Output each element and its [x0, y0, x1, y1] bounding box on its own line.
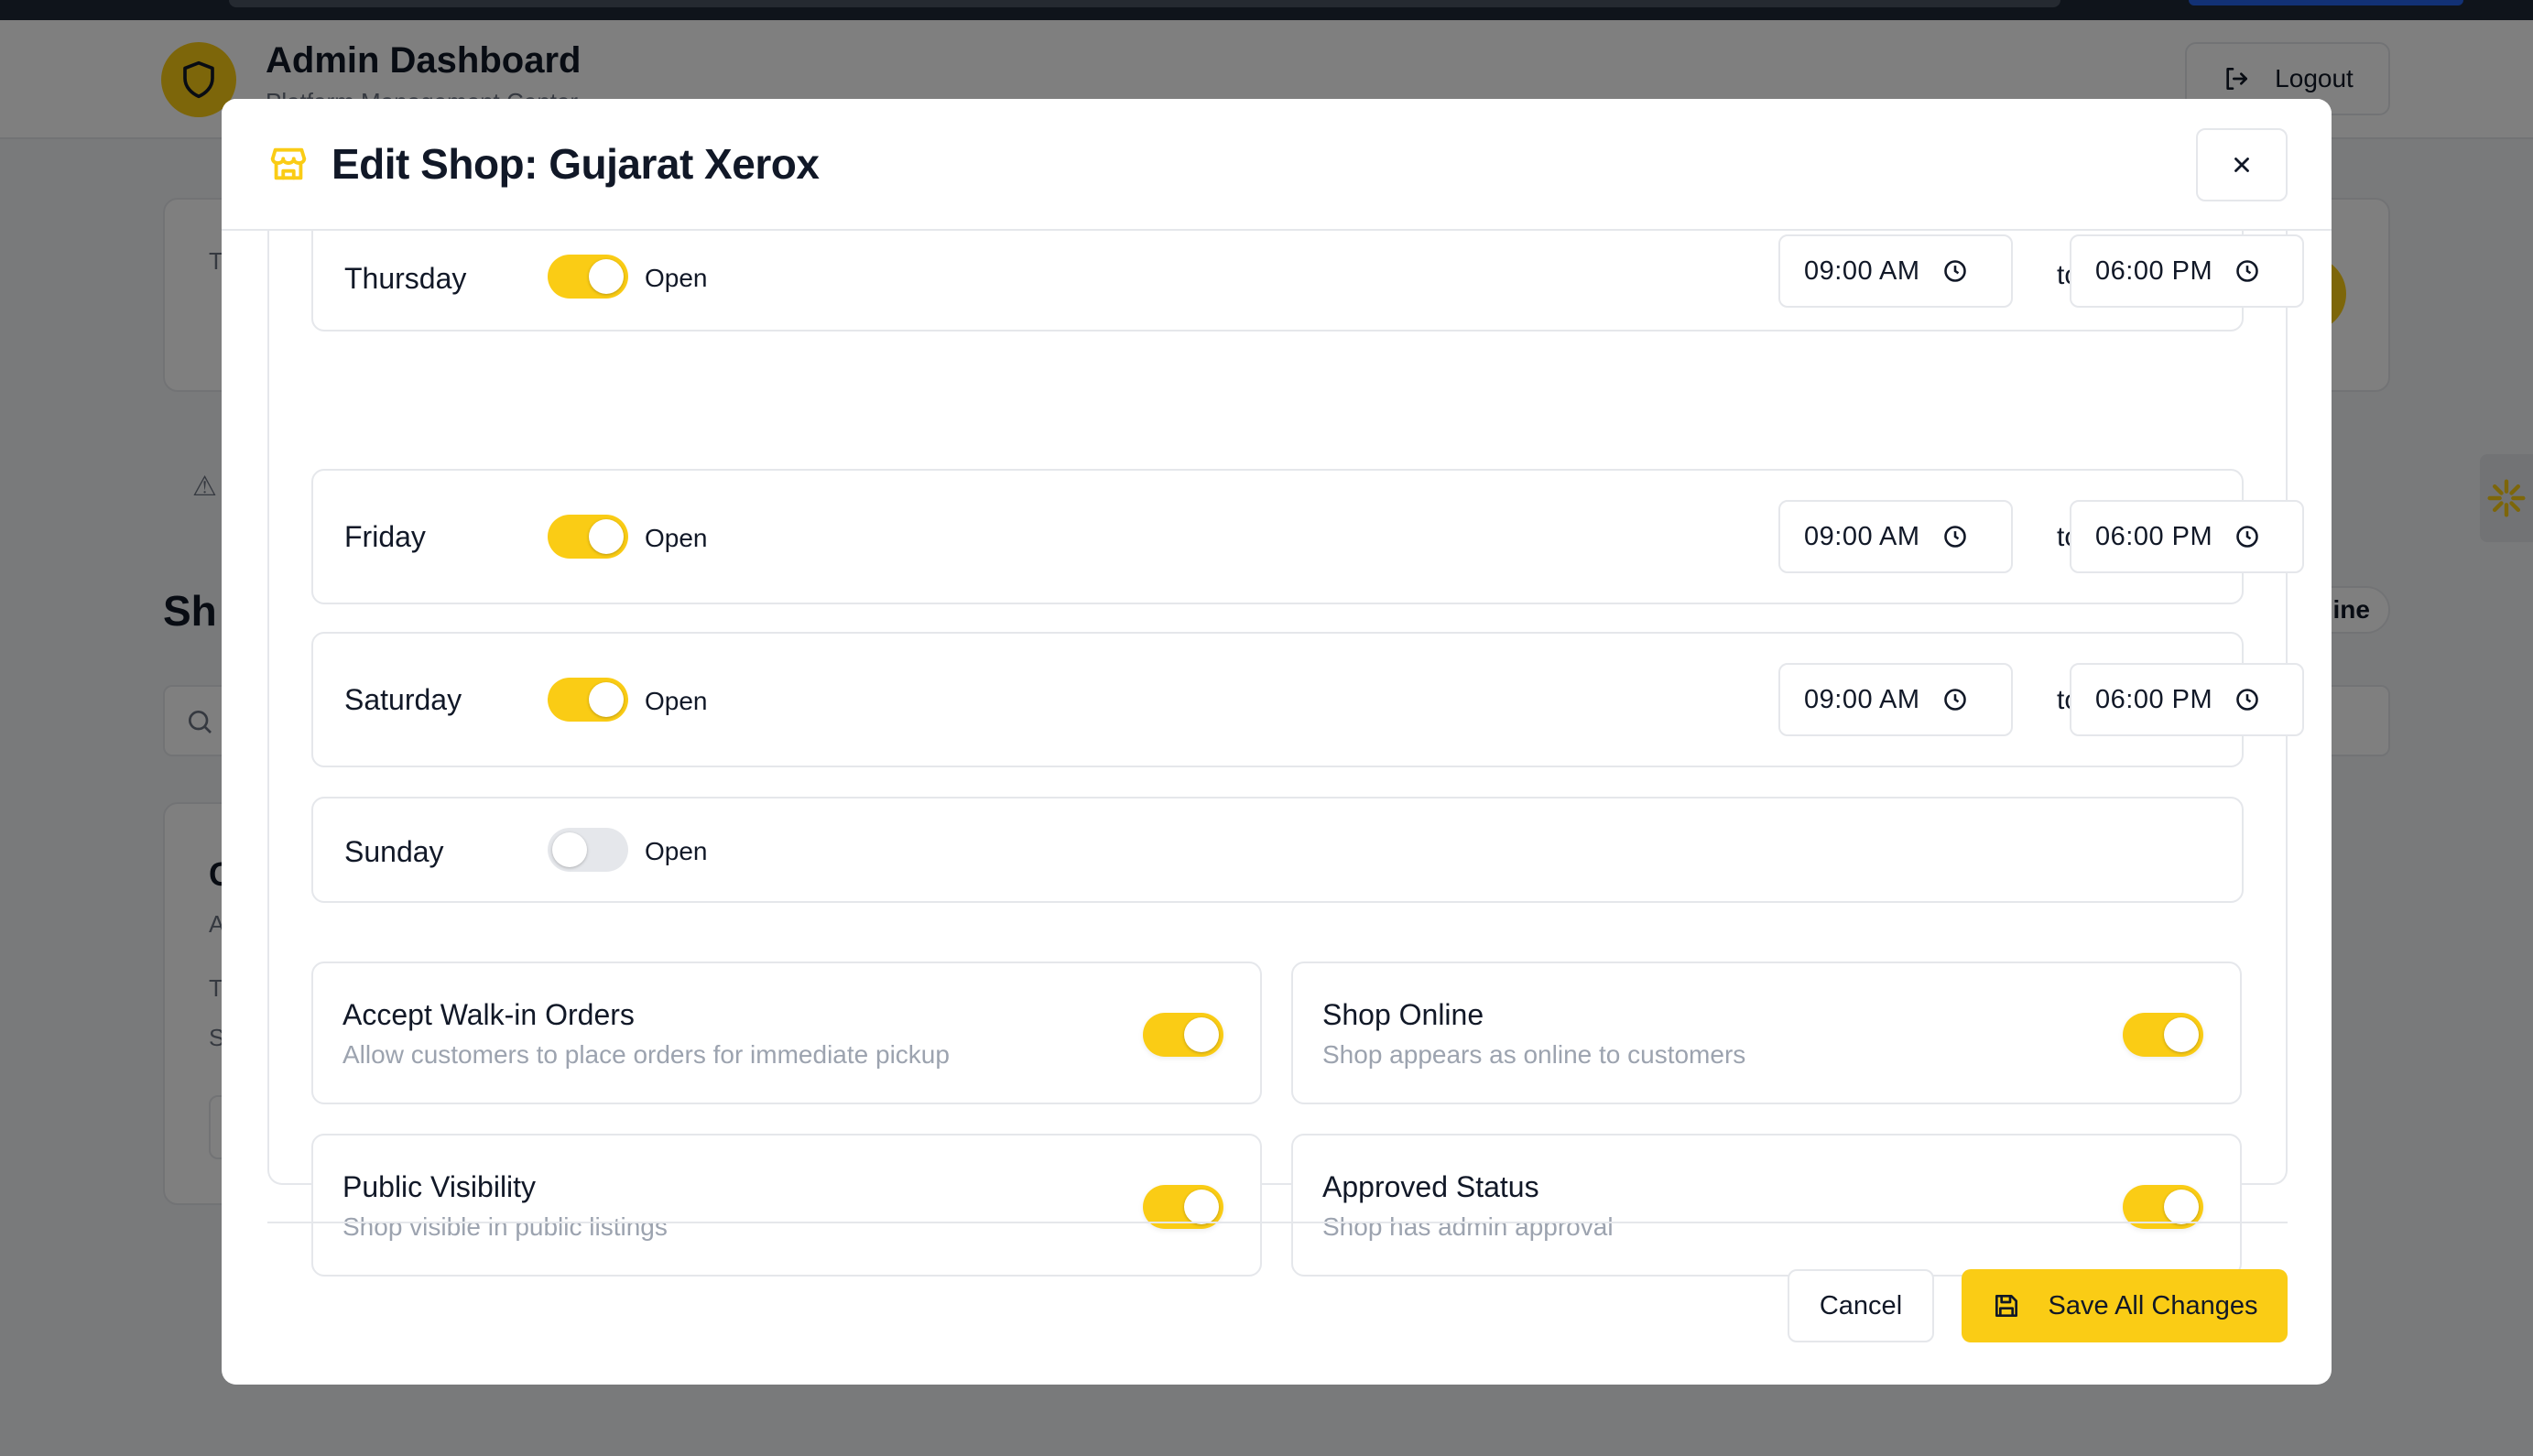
modal-header: Edit Shop: Gujarat Xerox [222, 99, 2332, 231]
time-value: 06:00 PM [2095, 521, 2213, 551]
open-time-input[interactable]: 09:00 AM [1778, 663, 2013, 736]
day-name: Thursday [344, 262, 467, 295]
clock-icon [1943, 260, 1966, 282]
modal-title: Edit Shop: Gujarat Xerox [332, 140, 820, 188]
walk-in-toggle[interactable] [1143, 1013, 1223, 1057]
option-description: Shop has admin approval [1322, 1212, 1614, 1241]
day-name: Friday [344, 520, 426, 553]
toggle-knob [589, 519, 624, 554]
open-label: Open [645, 524, 708, 552]
toggle-knob [552, 832, 587, 867]
close-icon [2234, 158, 2249, 172]
toggle-knob [2164, 1017, 2199, 1052]
modal-body: Thursday Open 09:00 AM to 06:00 PM Frida… [222, 194, 2332, 1320]
close-time-input[interactable]: 06:00 PM [2070, 663, 2304, 736]
close-button[interactable] [2196, 128, 2288, 201]
footer-divider [267, 1222, 2288, 1223]
day-open-toggle[interactable] [548, 255, 628, 299]
cancel-button[interactable]: Cancel [1788, 1269, 1934, 1342]
clock-icon [1943, 526, 1966, 548]
day-open-toggle[interactable] [548, 515, 628, 559]
modal-title-group: Edit Shop: Gujarat Xerox [267, 139, 820, 189]
toggle-knob [1184, 1190, 1219, 1224]
time-value: 06:00 PM [2095, 684, 2213, 714]
toggle-knob [2164, 1190, 2199, 1224]
toggle-knob [589, 682, 624, 717]
open-label: Open [645, 837, 708, 865]
option-title: Accept Walk-in Orders [342, 998, 635, 1031]
option-description: Shop visible in public listings [342, 1212, 668, 1241]
option-approved-status: Approved Status Shop has admin approval [1291, 1134, 2242, 1277]
open-label: Open [645, 687, 708, 715]
option-public-visibility: Public Visibility Shop visible in public… [311, 1134, 1262, 1277]
day-row-saturday: Saturday Open 09:00 AM to 06:00 PM [311, 632, 2304, 767]
toggle-knob [1184, 1017, 1219, 1052]
option-shop-online: Shop Online Shop appears as online to cu… [1291, 962, 2242, 1104]
day-open-toggle[interactable] [548, 828, 628, 872]
save-all-changes-button[interactable]: Save All Changes [1962, 1269, 2288, 1342]
time-value: 09:00 AM [1804, 521, 1920, 551]
option-title: Approved Status [1322, 1170, 1539, 1203]
option-description: Shop appears as online to customers [1322, 1040, 1746, 1069]
option-description: Allow customers to place orders for imme… [342, 1040, 950, 1069]
clock-icon [2236, 689, 2258, 711]
close-time-input[interactable]: 06:00 PM [2070, 500, 2304, 573]
day-row-sunday: Sunday Open [311, 797, 2244, 903]
clock-icon [2236, 526, 2258, 548]
shop-online-toggle[interactable] [2123, 1013, 2203, 1057]
toggle-knob [589, 259, 624, 294]
open-label: Open [645, 264, 708, 292]
store-icon [270, 147, 307, 180]
option-accept-walk-in: Accept Walk-in Orders Allow customers to… [311, 962, 1262, 1104]
edit-shop-modal: Thursday Open 09:00 AM to 06:00 PM Frida… [222, 99, 2332, 1385]
save-label: Save All Changes [2048, 1290, 2258, 1320]
open-time-input[interactable]: 09:00 AM [1778, 234, 2013, 308]
time-value: 09:00 AM [1804, 255, 1920, 286]
day-name: Saturday [344, 683, 462, 716]
option-title: Shop Online [1322, 998, 1484, 1031]
close-time-input[interactable]: 06:00 PM [2070, 234, 2304, 308]
save-icon [1995, 1295, 2017, 1317]
option-title: Public Visibility [342, 1170, 537, 1203]
day-name: Sunday [344, 835, 444, 868]
time-value: 06:00 PM [2095, 255, 2213, 286]
clock-icon [2236, 260, 2258, 282]
time-value: 09:00 AM [1804, 684, 1920, 714]
day-row-friday: Friday Open 09:00 AM to 06:00 PM [311, 469, 2304, 604]
open-time-input[interactable]: 09:00 AM [1778, 500, 2013, 573]
clock-icon [1943, 689, 1966, 711]
day-open-toggle[interactable] [548, 678, 628, 722]
